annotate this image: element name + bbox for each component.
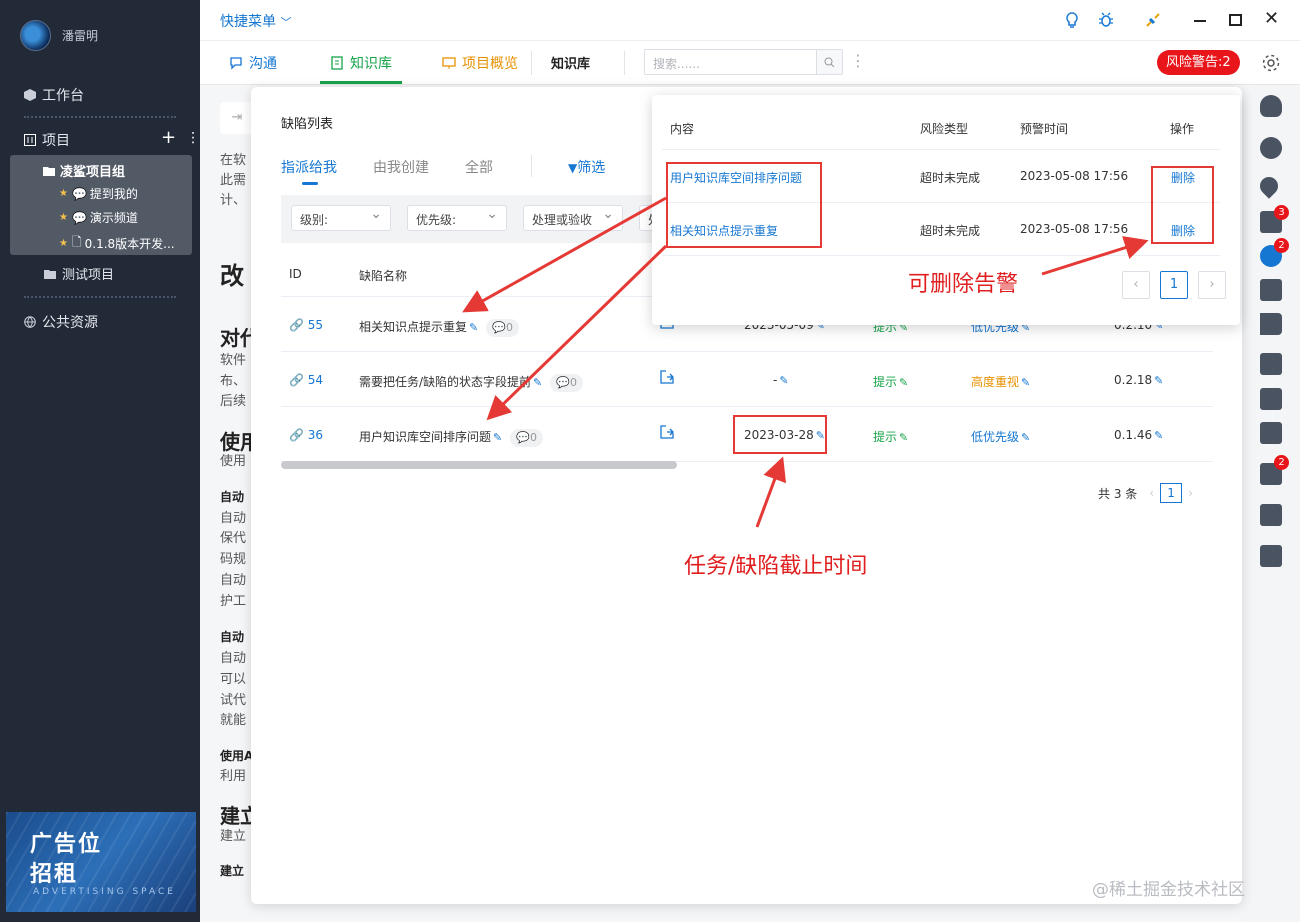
app-window: 潘雷明 工作台 项目 + ⋮ 凌鲨项目组 ★ 💬 提到我的 ★ 💬 演示频道 ★ 🗋 0.1… bbox=[0, 0, 1300, 922]
watermark: @稀土掘金技术社区 bbox=[1092, 880, 1245, 900]
annotation-deletable: 可删除告警 bbox=[908, 272, 1019, 297]
annotation-arrows bbox=[462, 196, 1149, 528]
annotation-deadline: 任务/缺陷截止时间 bbox=[684, 554, 868, 579]
